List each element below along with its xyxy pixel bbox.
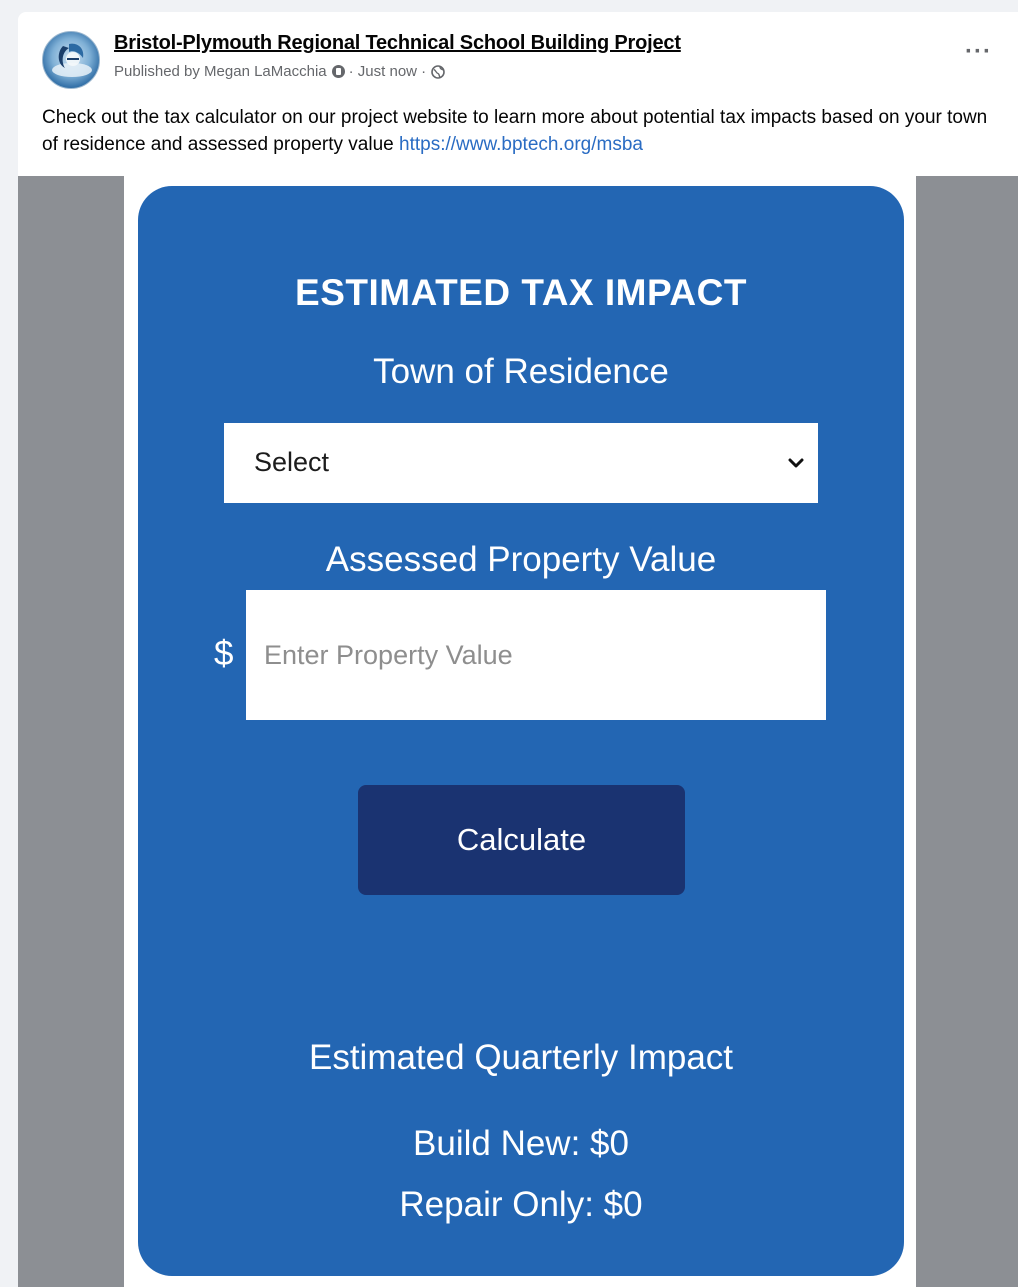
facebook-post: Bristol-Plymouth Regional Technical Scho… — [18, 12, 1018, 1287]
chevron-down-icon — [788, 458, 804, 468]
property-value-label: Assessed Property Value — [325, 540, 717, 579]
build-new-result: Build New: $0 — [413, 1124, 629, 1163]
page-name-link[interactable]: Bristol-Plymouth Regional Technical Scho… — [114, 32, 681, 55]
post-time[interactable]: · Just now · — [349, 63, 427, 80]
more-options-icon[interactable]: ··· — [965, 40, 992, 64]
town-select[interactable]: Select — [224, 423, 818, 503]
page-avatar[interactable] — [42, 31, 100, 89]
post-header: Bristol-Plymouth Regional Technical Scho… — [18, 12, 1018, 92]
school-logo-icon — [52, 43, 92, 77]
result-title: Estimated Quarterly Impact — [308, 1038, 734, 1077]
calculator-title: ESTIMATED TAX IMPACT — [295, 272, 747, 313]
currency-symbol: $ — [214, 634, 234, 673]
post-text: Check out the tax calculator on our proj… — [42, 104, 1002, 158]
repair-only-result: Repair Only: $0 — [399, 1185, 643, 1224]
tax-calculator-card: ESTIMATED TAX IMPACT Town of Residence S… — [138, 186, 904, 1276]
town-label: Town of Residence — [373, 352, 669, 391]
town-select-value: Select — [254, 447, 330, 477]
globe-icon — [431, 64, 445, 79]
info-icon[interactable] — [331, 65, 345, 78]
published-by[interactable]: Published by Megan LaMacchia — [114, 63, 327, 80]
calculate-button[interactable]: Calculate — [358, 785, 685, 895]
post-meta: Published by Megan LaMacchia · Just now … — [114, 63, 445, 80]
project-link[interactable]: https://www.bptech.org/msba — [399, 134, 643, 155]
calculator-screenshot: ESTIMATED TAX IMPACT Town of Residence S… — [124, 176, 916, 1287]
post-image[interactable]: ESTIMATED TAX IMPACT Town of Residence S… — [18, 176, 1018, 1287]
property-value-input[interactable] — [246, 590, 826, 720]
